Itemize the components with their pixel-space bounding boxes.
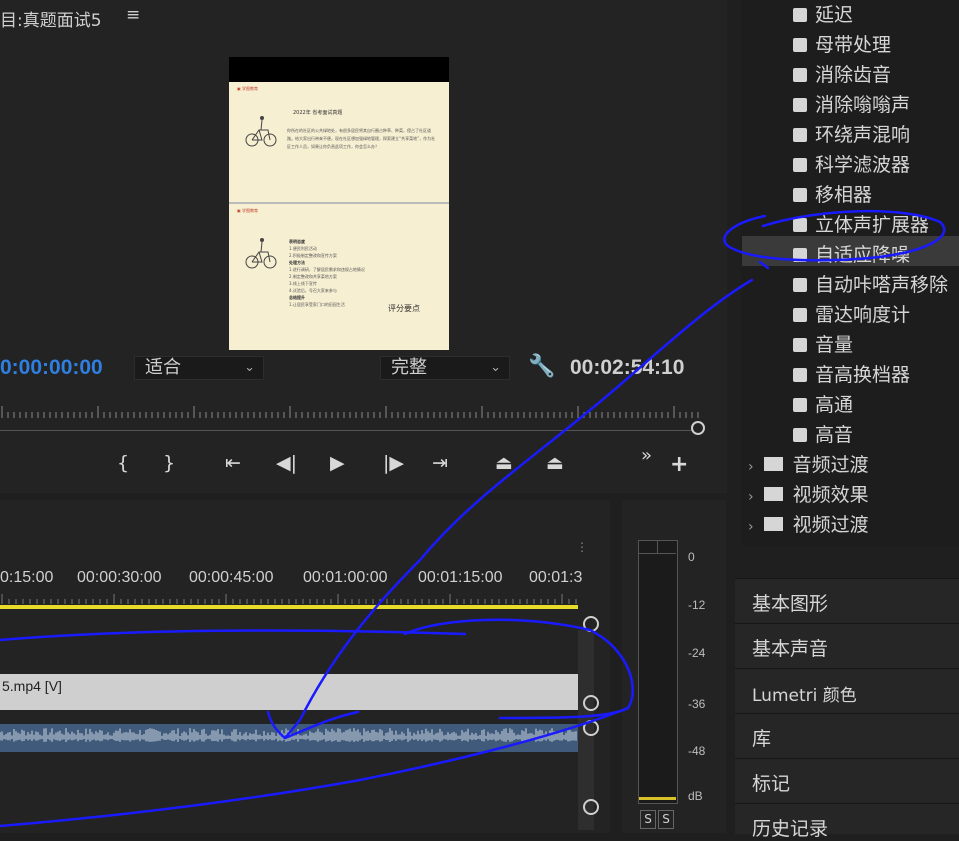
hand-drawn-annotation: [0, 209, 946, 828]
